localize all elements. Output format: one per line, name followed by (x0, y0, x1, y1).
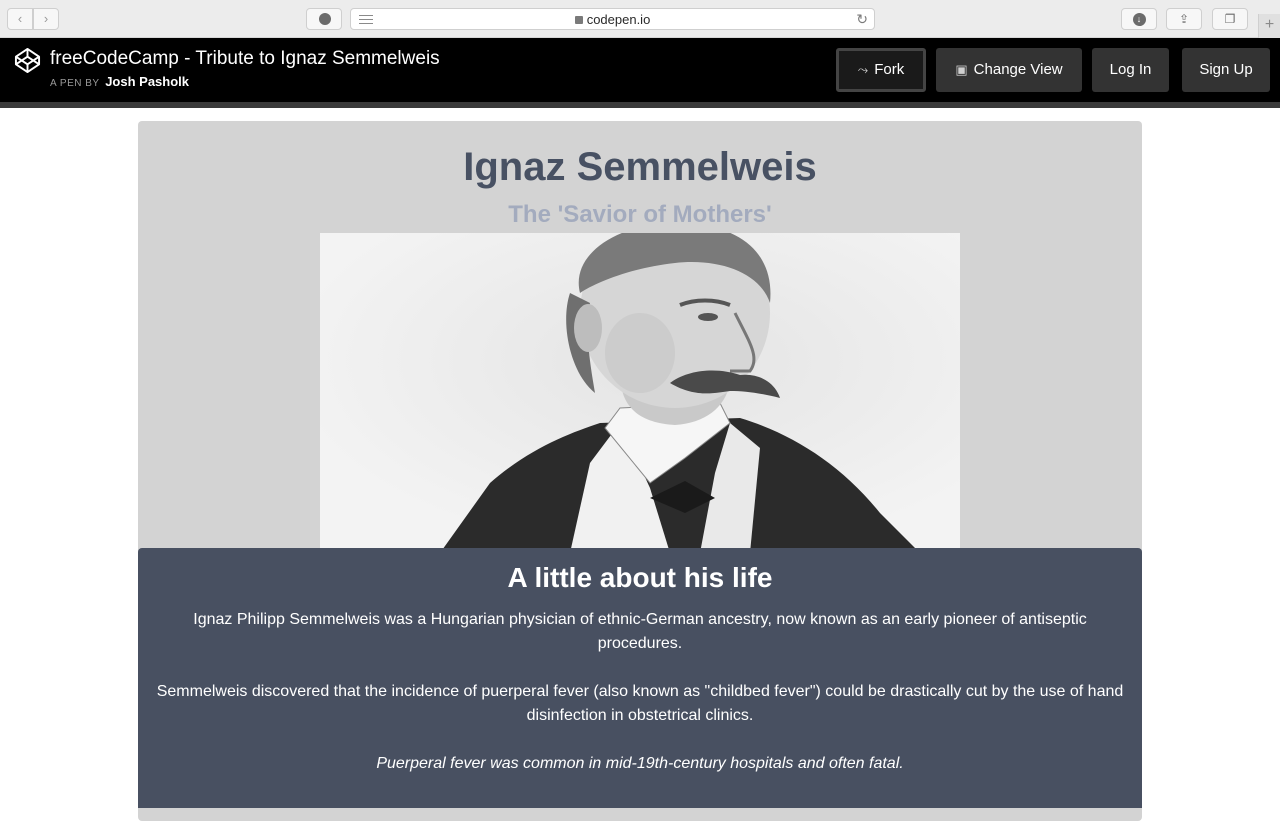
tabs-overview-button[interactable]: ❐ (1212, 8, 1248, 30)
share-icon: ⇪ (1178, 12, 1190, 26)
login-button[interactable]: Log In (1092, 48, 1169, 92)
login-label: Log In (1109, 61, 1152, 78)
portrait-illustration (320, 233, 960, 553)
portrait-image (320, 233, 960, 553)
codepen-logo-icon[interactable] (14, 47, 41, 74)
life-paragraph-2: Semmelweis discovered that the incidence… (156, 683, 1124, 724)
new-tab-button[interactable]: + (1258, 14, 1280, 38)
life-heading: A little about his life (507, 562, 773, 593)
address-bar[interactable]: codepen.io ↻ (350, 8, 875, 30)
url-text: codepen.io (351, 12, 874, 27)
change-view-button[interactable]: ▣ Change View (936, 48, 1082, 92)
download-icon: ↓ (1132, 13, 1146, 27)
page-subtitle: The 'Savior of Mothers' (508, 201, 772, 228)
tabs-icon: ❐ (1224, 12, 1236, 26)
browser-toolbar: ‹ › codepen.io ↻ ↓ ⇪ ❐ + (0, 0, 1280, 38)
url-label: codepen.io (586, 12, 651, 27)
share-button[interactable]: ⇪ (1166, 8, 1202, 30)
author-link[interactable]: Josh Pasholk (105, 74, 189, 89)
fork-button[interactable]: ⤳ Fork (836, 48, 926, 92)
codepen-header: freeCodeCamp - Tribute to Ignaz Semmelwe… (0, 38, 1280, 102)
page-title: Ignaz Semmelweis (463, 145, 817, 189)
privacy-shield-button[interactable] (306, 8, 342, 30)
life-section: A little about his life Ignaz Philipp Se… (138, 548, 1142, 808)
life-italic-note: Puerperal fever was common in mid-19th-c… (376, 755, 904, 772)
pen-byline: A PEN BY Josh Pasholk (50, 74, 189, 89)
reload-icon[interactable]: ↻ (856, 11, 868, 28)
back-icon[interactable]: ‹ (7, 8, 33, 30)
fork-icon: ⤳ (857, 62, 869, 77)
byline-prefix: A PEN BY (50, 78, 100, 89)
fork-label: Fork (874, 61, 905, 78)
signup-button[interactable]: Sign Up (1182, 48, 1270, 92)
view-icon: ▣ (955, 62, 968, 77)
lock-icon (574, 16, 583, 24)
signup-label: Sign Up (1199, 61, 1253, 78)
header-divider (0, 102, 1280, 108)
life-paragraph-1: Ignaz Philipp Semmelweis was a Hungarian… (193, 611, 1087, 652)
pen-title: freeCodeCamp - Tribute to Ignaz Semmelwe… (50, 48, 440, 69)
downloads-button[interactable]: ↓ (1121, 8, 1157, 30)
change-view-label: Change View (973, 61, 1063, 78)
shield-icon (319, 13, 331, 25)
forward-icon[interactable]: › (33, 8, 59, 30)
